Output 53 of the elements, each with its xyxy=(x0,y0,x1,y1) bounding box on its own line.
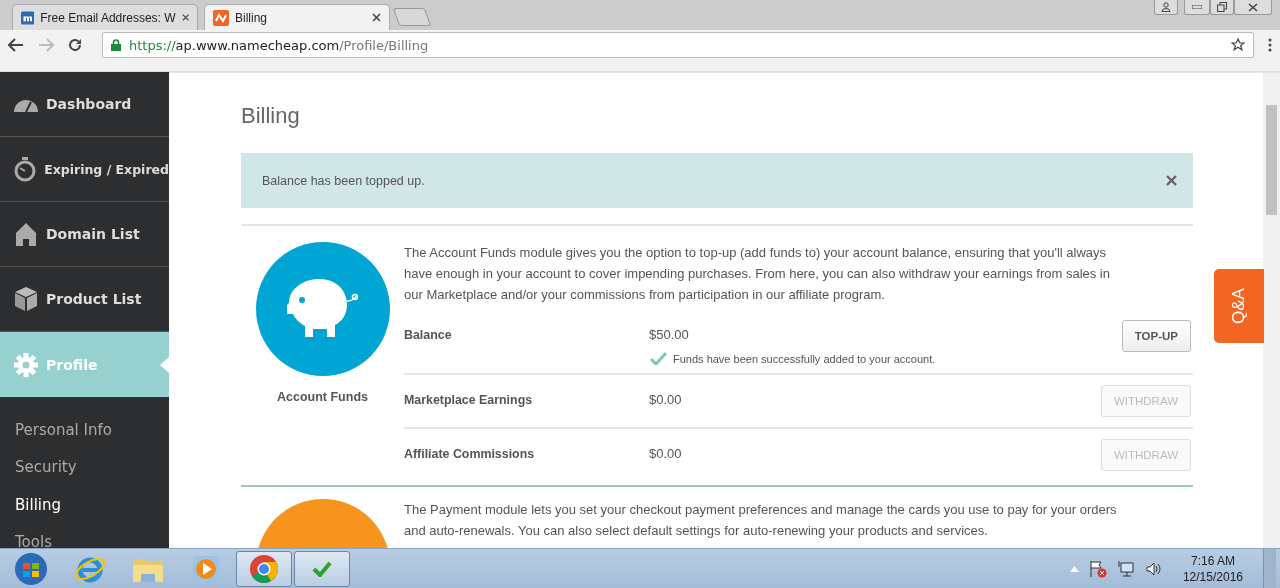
close-icon[interactable] xyxy=(372,13,381,22)
close-window-button[interactable] xyxy=(1234,0,1272,15)
row-label: Balance xyxy=(404,327,453,342)
action-center-icon[interactable] xyxy=(1088,559,1107,578)
profile-button[interactable] xyxy=(1154,0,1178,15)
browser-tab[interactable]: Free Email Addresses: W xyxy=(12,4,198,30)
restore-icon xyxy=(1217,2,1227,12)
restore-button[interactable] xyxy=(1210,0,1234,15)
sidebar-subitem[interactable]: Personal Info xyxy=(0,411,169,449)
stopwatch-icon xyxy=(13,156,38,182)
menu-icon[interactable] xyxy=(1268,38,1272,52)
amount-value: $0.00 xyxy=(649,391,683,407)
action-button[interactable]: TOP-UP xyxy=(1121,320,1191,352)
box-icon xyxy=(14,286,38,312)
taskbar-button[interactable] xyxy=(236,550,292,587)
gear-icon xyxy=(13,351,39,378)
sidebar-subitem[interactable]: Billing xyxy=(0,486,169,524)
taskbar-clock[interactable]: 7:16 AM 12/15/2016 xyxy=(1172,552,1253,585)
close-icon[interactable] xyxy=(1166,175,1177,186)
module-label: Account Funds xyxy=(277,390,368,404)
site-icon xyxy=(21,9,35,26)
lock-icon xyxy=(111,39,121,51)
close-icon xyxy=(1248,2,1258,12)
chrome-icon xyxy=(249,553,279,584)
scrollbar[interactable] xyxy=(1263,73,1280,548)
module-description: The Account Funds module gives you the option to top-up (add funds to) your account balance, ensuring that you'll always have enough in your account to cover impending purchases. From here, you can also withdraw your earnings from sales in our Marketplace and/or your commissions from participation in our affiliate program. xyxy=(404,244,1111,304)
module-description: The Payment module lets you set your checkout payment preferences and manage the cards you use to pay for your orders and auto-renewals. You can also select default settings for auto-renewing your products and services. xyxy=(404,501,1118,540)
success-note: Funds have been successfully added to your account. xyxy=(673,352,936,365)
network-icon[interactable] xyxy=(1116,559,1135,578)
row-label: Marketplace Earnings xyxy=(404,392,534,407)
browser-tab[interactable]: Billing xyxy=(204,4,390,30)
url-text: https://ap.www.namecheap.com/Profile/Billing xyxy=(129,37,430,53)
start-button[interactable] xyxy=(14,551,48,586)
amount-value: $50.00 xyxy=(649,326,690,342)
amount-value: $0.00 xyxy=(649,445,683,461)
back-icon[interactable] xyxy=(8,38,24,52)
check-icon xyxy=(650,352,667,365)
site-icon xyxy=(213,9,229,26)
star-icon[interactable] xyxy=(1231,38,1245,52)
sidebar-subitem[interactable]: Security xyxy=(0,448,169,486)
taskbar-button[interactable] xyxy=(294,550,350,587)
address-bar[interactable]: https://ap.www.namecheap.com/Profile/Billing xyxy=(102,32,1254,58)
sidebar-subitem[interactable]: Tools xyxy=(0,523,169,548)
minimize-icon xyxy=(1192,5,1202,9)
reload-icon[interactable] xyxy=(68,38,82,52)
checkmark-icon xyxy=(312,560,332,577)
house-icon xyxy=(15,222,37,246)
row-label: Affiliate Commissions xyxy=(404,446,536,461)
page-title: Billing xyxy=(241,103,301,130)
alert-message: Balance has been topped up. xyxy=(262,173,425,188)
person-icon xyxy=(1161,2,1171,12)
media-player-icon xyxy=(191,553,221,584)
close-icon[interactable] xyxy=(181,13,189,22)
